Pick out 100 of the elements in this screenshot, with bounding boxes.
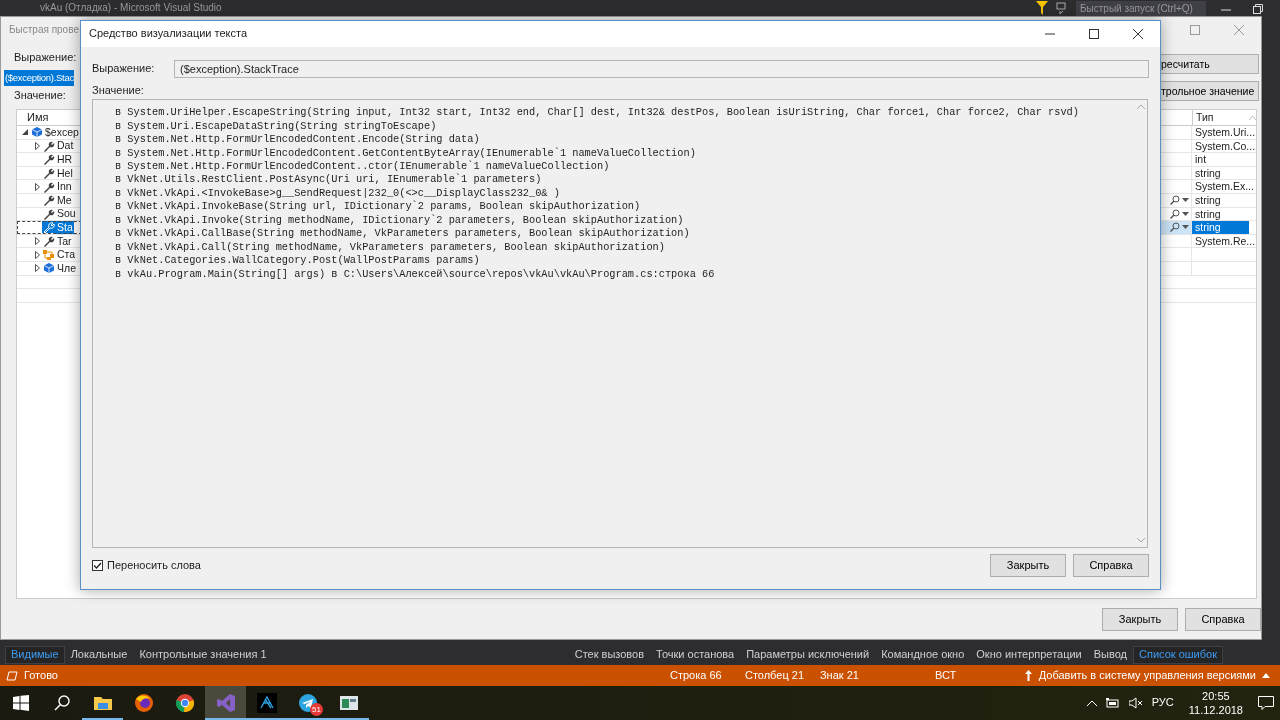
text-line: в VkNet.Categories.WallCategory.Post(WallPostParams params) [115, 254, 480, 268]
wrench-icon [43, 207, 55, 220]
item-name[interactable]: $excep [44, 125, 80, 139]
expression-field[interactable]: ($exception).StackTrace [174, 60, 1149, 78]
text-line: в System.Net.Http.FormUrlEncodedContent..ctor(IEnumerable`1 nameValueCollection) [115, 160, 610, 174]
tool-tab[interactable]: Вывод [1087, 646, 1133, 664]
field-label: Выражение: [13, 51, 78, 65]
dialog-button[interactable]: Справка [1073, 554, 1149, 578]
type-text: string [1195, 221, 1221, 234]
text-line: в VkNet.VkApi.CallBase(String methodName, VkParameters parameters, Boolean skipAuthorization) [115, 227, 690, 241]
item-name[interactable]: Me [56, 193, 73, 207]
wrench-icon [43, 139, 55, 152]
side-button[interactable]: ресчитать [1159, 54, 1259, 74]
tool-tab[interactable]: Командное окно [875, 646, 971, 664]
text-line: в vkAu.Program.Main(String[] args) в C:\Users\Алексей\source\repos\vkAu\vkAu\Program.cs:строка 66 [115, 267, 715, 282]
checkbox[interactable] [92, 560, 103, 572]
wrench-icon [43, 194, 55, 207]
field-label: Выражение: [92, 62, 156, 76]
tool-tab[interactable]: Окно интерпретации [970, 646, 1088, 664]
type-text: string [1195, 193, 1221, 207]
tool-tab[interactable]: Стек вызовов [568, 646, 651, 664]
tool-tab[interactable]: Список ошибок [1133, 646, 1223, 664]
status-text: ВСТ [934, 668, 958, 683]
item-name[interactable]: Hel [56, 166, 74, 180]
cube-icon [43, 262, 55, 275]
magnifier-icon[interactable] [1170, 208, 1180, 219]
window-icon [338, 693, 359, 713]
collapsed-arrow-icon[interactable] [34, 237, 40, 246]
window-title: Быстрая прове [9, 24, 79, 36]
item-name[interactable]: Inn [56, 180, 73, 194]
close-icon [1234, 25, 1244, 35]
status-text: Знак 21 [819, 668, 860, 683]
restore-icon [1253, 4, 1263, 15]
magnifier-icon[interactable] [1170, 195, 1180, 206]
text-line: в System.UriHelper.EscapeString(String input, Int32 start, Int32 end, Char[] dest, Int32& destPos, Boolean isUriString, Char force1, Char force2, Char rsvd) [115, 106, 1079, 120]
wrench-icon [43, 180, 55, 193]
text-line: в VkNet.VkApi.<InvokeBase>g__SendRequest|232_0(<>c__DisplayClass232_0& ) [115, 186, 560, 200]
item-name[interactable]: Ста [56, 248, 77, 262]
ready-icon [6, 670, 18, 681]
type-text: string [1195, 166, 1221, 180]
dark-app-icon [256, 693, 277, 713]
taskbar-app[interactable]: 51 [287, 686, 328, 720]
item-name[interactable]: Sou [56, 207, 77, 221]
tool-tab[interactable]: Контрольные значения 1 [133, 646, 273, 664]
magnifier-icon[interactable] [1170, 222, 1180, 233]
tool-tab[interactable]: Локальные [64, 646, 134, 664]
text-line: в System.Net.Http.FormUrlEncodedContent.GetContentByteArray(IEnumerable`1 nameValueCollection) [115, 146, 696, 160]
windows-icon [12, 695, 29, 711]
upload-icon [1023, 670, 1033, 681]
text-line: в VkNet.VkApi.InvokeBase(String url, IDictionary`2 params, Boolean skipAuthorization) [115, 200, 641, 214]
chevron-up-icon[interactable] [1086, 700, 1097, 706]
expression-combo[interactable]: ($exception).Stac [4, 70, 74, 87]
column-header[interactable]: Имя [17, 110, 49, 125]
type-text: System.Uri... [1195, 126, 1256, 139]
field-label: Значение: [13, 89, 67, 103]
battery-icon[interactable] [1105, 698, 1120, 708]
mute-icon[interactable] [1128, 697, 1143, 709]
feedback-icon[interactable] [1056, 2, 1068, 14]
dialog-button[interactable]: Закрыть [990, 554, 1066, 578]
dialog-button[interactable]: Закрыть [1102, 608, 1178, 631]
filter-icon [1036, 1, 1048, 15]
maximize-icon [1190, 25, 1200, 35]
firefox-icon [133, 693, 154, 713]
tool-tab[interactable]: Видимые [5, 646, 65, 664]
type-text: int [1195, 153, 1207, 166]
dropdown-icon[interactable] [1182, 225, 1189, 230]
language-indicator[interactable]: РУС [1151, 696, 1174, 710]
dropdown-icon[interactable] [1182, 198, 1189, 203]
tool-tab[interactable]: Точки останова [650, 646, 741, 664]
collapsed-arrow-icon[interactable] [34, 141, 40, 150]
dialog-button[interactable]: Справка [1185, 608, 1261, 631]
window-title: vkAu (Отладка) - Microsoft Visual Studio [40, 2, 222, 14]
clock-time[interactable]: 20:55 [1202, 689, 1230, 703]
clock-date[interactable]: 11.12.2018 [1188, 703, 1243, 717]
status-text: Столбец 21 [744, 668, 805, 683]
checkbox-label: Переносить слова [107, 559, 201, 573]
side-button[interactable]: трольное значение [1159, 81, 1259, 101]
hierarchy-icon [43, 248, 55, 261]
wrench-icon [43, 153, 55, 166]
item-name[interactable]: Чле [56, 261, 77, 275]
dropdown-icon[interactable] [1182, 211, 1189, 216]
item-name[interactable]: Dat [56, 139, 75, 153]
studio-icon [215, 693, 236, 713]
source-control-button[interactable]: Добавить в систему управления версиями [1023, 668, 1280, 683]
text-line: в VkNet.VkApi.Invoke(String methodName, IDictionary`2 parameters, Boolean skipAuthorization) [115, 213, 684, 228]
item-name[interactable]: Tar [56, 234, 73, 248]
column-header[interactable]: Тип [1196, 111, 1214, 124]
field-label: Значение: [92, 84, 145, 98]
type-text: System.Re... [1195, 234, 1256, 248]
quick-launch-field[interactable]: Быстрый запуск (Ctrl+Q) [1076, 0, 1206, 16]
tool-tab[interactable]: Параметры исключений [740, 646, 876, 664]
close-icon [1133, 29, 1143, 39]
item-name[interactable]: HR [56, 153, 74, 166]
collapsed-arrow-icon[interactable] [34, 250, 40, 259]
expanded-arrow-icon[interactable] [22, 129, 28, 136]
notification-icon[interactable] [1258, 696, 1274, 710]
collapsed-arrow-icon[interactable] [34, 182, 40, 191]
wrench-icon [43, 167, 55, 180]
collapsed-arrow-icon[interactable] [34, 264, 40, 273]
status-text: Готово [24, 668, 58, 683]
